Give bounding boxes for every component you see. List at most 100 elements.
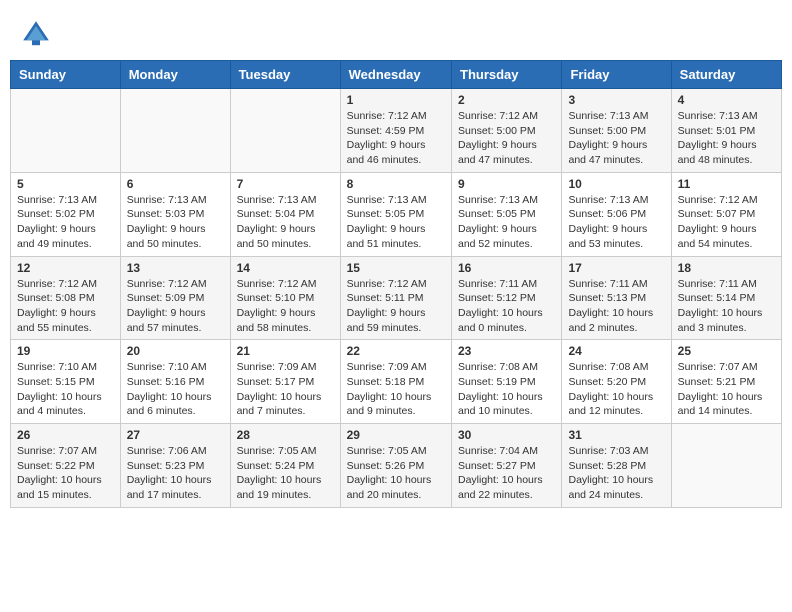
weekday-header-saturday: Saturday bbox=[671, 61, 781, 89]
day-info: Sunrise: 7:05 AM Sunset: 5:24 PM Dayligh… bbox=[237, 444, 334, 503]
day-number: 14 bbox=[237, 261, 334, 275]
day-info: Sunrise: 7:12 AM Sunset: 4:59 PM Dayligh… bbox=[347, 109, 445, 168]
day-cell bbox=[230, 89, 340, 173]
day-cell: 25 Sunrise: 7:07 AM Sunset: 5:21 PM Dayli… bbox=[671, 340, 781, 424]
day-cell: 19Sunrise: 7:10 AM Sunset: 5:15 PM Dayli… bbox=[11, 340, 121, 424]
week-row-2: 5 Sunrise: 7:13 AM Sunset: 5:02 PM Daylig… bbox=[11, 172, 782, 256]
day-cell: 7 Sunrise: 7:13 AM Sunset: 5:04 PM Daylig… bbox=[230, 172, 340, 256]
day-cell: 28 Sunrise: 7:05 AM Sunset: 5:24 PM Dayli… bbox=[230, 424, 340, 508]
day-number: 15 bbox=[347, 261, 445, 275]
day-info: Sunrise: 7:12 AM Sunset: 5:07 PM Dayligh… bbox=[678, 193, 775, 252]
day-number: 27 bbox=[127, 428, 224, 442]
day-number: 3 bbox=[568, 93, 664, 107]
day-info: Sunrise: 7:08 AM Sunset: 5:20 PM Dayligh… bbox=[568, 360, 664, 419]
day-cell: 17 Sunrise: 7:11 AM Sunset: 5:13 PM Dayli… bbox=[562, 256, 671, 340]
day-info: Sunrise: 7:11 AM Sunset: 5:12 PM Dayligh… bbox=[458, 277, 555, 336]
day-number: 6 bbox=[127, 177, 224, 191]
day-number: 26 bbox=[17, 428, 114, 442]
weekday-header-monday: Monday bbox=[120, 61, 230, 89]
day-cell: 8 Sunrise: 7:13 AM Sunset: 5:05 PM Daylig… bbox=[340, 172, 451, 256]
day-number: 10 bbox=[568, 177, 664, 191]
day-number: 17 bbox=[568, 261, 664, 275]
week-row-3: 12 Sunrise: 7:12 AM Sunset: 5:08 PM Dayli… bbox=[11, 256, 782, 340]
day-cell: 29 Sunrise: 7:05 AM Sunset: 5:26 PM Dayli… bbox=[340, 424, 451, 508]
day-cell: 13 Sunrise: 7:12 AM Sunset: 5:09 PM Dayli… bbox=[120, 256, 230, 340]
day-cell: 21 Sunrise: 7:09 AM Sunset: 5:17 PM Dayli… bbox=[230, 340, 340, 424]
day-cell: 16 Sunrise: 7:11 AM Sunset: 5:12 PM Dayli… bbox=[452, 256, 562, 340]
day-number: 11 bbox=[678, 177, 775, 191]
logo-icon bbox=[20, 18, 52, 50]
day-number: 25 bbox=[678, 344, 775, 358]
day-info: Sunrise: 7:13 AM Sunset: 5:04 PM Dayligh… bbox=[237, 193, 334, 252]
week-row-1: 1Sunrise: 7:12 AM Sunset: 4:59 PM Daylig… bbox=[11, 89, 782, 173]
day-info: Sunrise: 7:12 AM Sunset: 5:00 PM Dayligh… bbox=[458, 109, 555, 168]
day-info: Sunrise: 7:03 AM Sunset: 5:28 PM Dayligh… bbox=[568, 444, 664, 503]
day-cell bbox=[671, 424, 781, 508]
day-cell: 1Sunrise: 7:12 AM Sunset: 4:59 PM Daylig… bbox=[340, 89, 451, 173]
day-cell: 2 Sunrise: 7:12 AM Sunset: 5:00 PM Daylig… bbox=[452, 89, 562, 173]
day-info: Sunrise: 7:13 AM Sunset: 5:00 PM Dayligh… bbox=[568, 109, 664, 168]
day-info: Sunrise: 7:04 AM Sunset: 5:27 PM Dayligh… bbox=[458, 444, 555, 503]
weekday-header-tuesday: Tuesday bbox=[230, 61, 340, 89]
day-info: Sunrise: 7:07 AM Sunset: 5:21 PM Dayligh… bbox=[678, 360, 775, 419]
day-cell: 31 Sunrise: 7:03 AM Sunset: 5:28 PM Dayli… bbox=[562, 424, 671, 508]
day-cell: 11 Sunrise: 7:12 AM Sunset: 5:07 PM Dayli… bbox=[671, 172, 781, 256]
day-number: 21 bbox=[237, 344, 334, 358]
day-number: 19 bbox=[17, 344, 114, 358]
day-number: 9 bbox=[458, 177, 555, 191]
day-cell: 12 Sunrise: 7:12 AM Sunset: 5:08 PM Dayli… bbox=[11, 256, 121, 340]
day-cell: 3 Sunrise: 7:13 AM Sunset: 5:00 PM Daylig… bbox=[562, 89, 671, 173]
weekday-header-sunday: Sunday bbox=[11, 61, 121, 89]
day-info: Sunrise: 7:13 AM Sunset: 5:02 PM Dayligh… bbox=[17, 193, 114, 252]
day-cell: 27 Sunrise: 7:06 AM Sunset: 5:23 PM Dayli… bbox=[120, 424, 230, 508]
day-number: 7 bbox=[237, 177, 334, 191]
day-info: Sunrise: 7:11 AM Sunset: 5:14 PM Dayligh… bbox=[678, 277, 775, 336]
logo bbox=[20, 18, 56, 50]
day-info: Sunrise: 7:10 AM Sunset: 5:16 PM Dayligh… bbox=[127, 360, 224, 419]
page-header bbox=[10, 10, 782, 54]
day-cell: 10 Sunrise: 7:13 AM Sunset: 5:06 PM Dayli… bbox=[562, 172, 671, 256]
day-number: 12 bbox=[17, 261, 114, 275]
day-cell: 15 Sunrise: 7:12 AM Sunset: 5:11 PM Dayli… bbox=[340, 256, 451, 340]
day-info: Sunrise: 7:13 AM Sunset: 5:05 PM Dayligh… bbox=[458, 193, 555, 252]
day-info: Sunrise: 7:05 AM Sunset: 5:26 PM Dayligh… bbox=[347, 444, 445, 503]
day-cell: 23 Sunrise: 7:08 AM Sunset: 5:19 PM Dayli… bbox=[452, 340, 562, 424]
day-number: 5 bbox=[17, 177, 114, 191]
day-cell: 22Sunrise: 7:09 AM Sunset: 5:18 PM Dayli… bbox=[340, 340, 451, 424]
day-info: Sunrise: 7:12 AM Sunset: 5:10 PM Dayligh… bbox=[237, 277, 334, 336]
day-number: 28 bbox=[237, 428, 334, 442]
day-info: Sunrise: 7:13 AM Sunset: 5:03 PM Dayligh… bbox=[127, 193, 224, 252]
day-number: 20 bbox=[127, 344, 224, 358]
week-row-5: 26 Sunrise: 7:07 AM Sunset: 5:22 PM Dayli… bbox=[11, 424, 782, 508]
day-cell: 20 Sunrise: 7:10 AM Sunset: 5:16 PM Dayli… bbox=[120, 340, 230, 424]
day-info: Sunrise: 7:12 AM Sunset: 5:08 PM Dayligh… bbox=[17, 277, 114, 336]
day-number: 2 bbox=[458, 93, 555, 107]
day-info: Sunrise: 7:13 AM Sunset: 5:06 PM Dayligh… bbox=[568, 193, 664, 252]
calendar-table: SundayMondayTuesdayWednesdayThursdayFrid… bbox=[10, 60, 782, 508]
day-number: 13 bbox=[127, 261, 224, 275]
day-cell: 4Sunrise: 7:13 AM Sunset: 5:01 PM Daylig… bbox=[671, 89, 781, 173]
day-cell: 9 Sunrise: 7:13 AM Sunset: 5:05 PM Daylig… bbox=[452, 172, 562, 256]
day-cell: 14 Sunrise: 7:12 AM Sunset: 5:10 PM Dayli… bbox=[230, 256, 340, 340]
day-cell: 24 Sunrise: 7:08 AM Sunset: 5:20 PM Dayli… bbox=[562, 340, 671, 424]
week-row-4: 19Sunrise: 7:10 AM Sunset: 5:15 PM Dayli… bbox=[11, 340, 782, 424]
day-info: Sunrise: 7:12 AM Sunset: 5:11 PM Dayligh… bbox=[347, 277, 445, 336]
weekday-header-friday: Friday bbox=[562, 61, 671, 89]
day-number: 31 bbox=[568, 428, 664, 442]
day-number: 8 bbox=[347, 177, 445, 191]
day-cell: 30Sunrise: 7:04 AM Sunset: 5:27 PM Dayli… bbox=[452, 424, 562, 508]
day-cell: 26 Sunrise: 7:07 AM Sunset: 5:22 PM Dayli… bbox=[11, 424, 121, 508]
day-number: 22 bbox=[347, 344, 445, 358]
day-info: Sunrise: 7:12 AM Sunset: 5:09 PM Dayligh… bbox=[127, 277, 224, 336]
day-number: 23 bbox=[458, 344, 555, 358]
day-number: 24 bbox=[568, 344, 664, 358]
day-info: Sunrise: 7:13 AM Sunset: 5:05 PM Dayligh… bbox=[347, 193, 445, 252]
day-info: Sunrise: 7:09 AM Sunset: 5:17 PM Dayligh… bbox=[237, 360, 334, 419]
day-number: 29 bbox=[347, 428, 445, 442]
day-info: Sunrise: 7:06 AM Sunset: 5:23 PM Dayligh… bbox=[127, 444, 224, 503]
day-info: Sunrise: 7:11 AM Sunset: 5:13 PM Dayligh… bbox=[568, 277, 664, 336]
day-cell: 6 Sunrise: 7:13 AM Sunset: 5:03 PM Daylig… bbox=[120, 172, 230, 256]
day-info: Sunrise: 7:08 AM Sunset: 5:19 PM Dayligh… bbox=[458, 360, 555, 419]
day-number: 16 bbox=[458, 261, 555, 275]
day-info: Sunrise: 7:07 AM Sunset: 5:22 PM Dayligh… bbox=[17, 444, 114, 503]
